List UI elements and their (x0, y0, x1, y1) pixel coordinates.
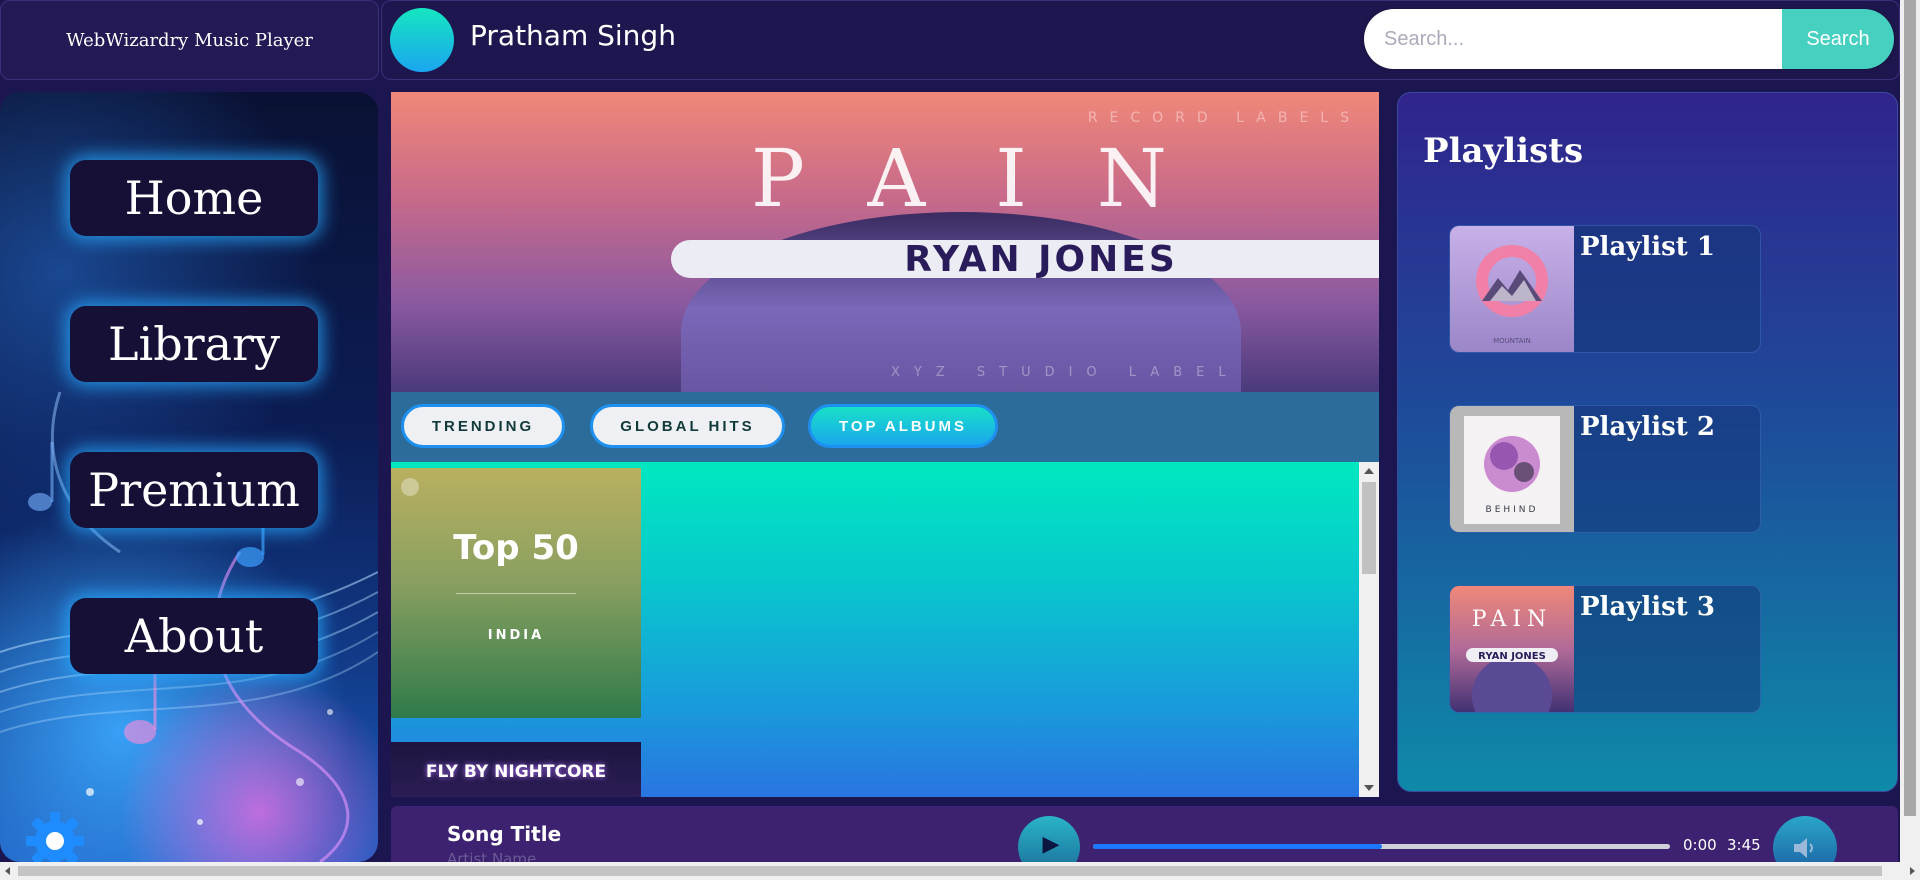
page-vertical-scrollbar[interactable] (1900, 0, 1920, 862)
playlist-cover: PAIN RYAN JONES (1450, 586, 1574, 712)
playlist-cover-title: PAIN (1472, 607, 1553, 632)
sidebar-item-about[interactable]: About (70, 598, 318, 674)
current-time: 0:00 (1683, 836, 1717, 854)
scroll-left-arrow-icon[interactable] (5, 867, 10, 875)
playlist-cover: MOUNTAIN (1450, 226, 1574, 352)
album-card-subtitle: INDIA (487, 628, 545, 643)
playlists-title: Playlists (1423, 131, 1584, 171)
app-title: WebWizardry Music Player (0, 0, 379, 80)
banner-studio-label: XYZ STUDIO LABEL (891, 365, 1240, 380)
speaker-icon (1794, 838, 1813, 858)
playlist-name: Playlist 3 (1580, 592, 1715, 622)
divider (456, 593, 576, 594)
sidebar: Home Library Premium About (0, 92, 378, 862)
playlist-name: Playlist 2 (1580, 412, 1715, 442)
volume-button[interactable] (1773, 816, 1837, 862)
tab-global-hits[interactable]: GLOBAL HITS (590, 404, 785, 448)
playlist-cover-text: BEHIND (1486, 505, 1539, 515)
play-button[interactable]: ▶ (1018, 816, 1080, 862)
page-horizontal-scrollbar[interactable] (0, 862, 1920, 880)
grid-scrollbar[interactable] (1359, 462, 1379, 797)
scroll-up-arrow-icon[interactable] (1364, 468, 1374, 474)
gear-icon[interactable] (24, 810, 86, 862)
playlist-item-3[interactable]: PAIN RYAN JONES Playlist 3 (1449, 585, 1761, 713)
album-card-fly-by-nightcore[interactable]: FLY BY NIGHTCORE (391, 742, 641, 797)
playlist-cover-text: MOUNTAIN (1493, 337, 1531, 345)
banner-art-title: PAIN (751, 132, 1237, 225)
playlist-item-2[interactable]: BEHIND Playlist 2 (1449, 405, 1761, 533)
playlist-cover-artist: RYAN JONES (1478, 651, 1546, 662)
search-input[interactable] (1364, 9, 1782, 69)
tab-trending[interactable]: TRENDING (401, 404, 565, 448)
playlist-item-1[interactable]: MOUNTAIN Playlist 1 (1449, 225, 1761, 353)
progress-fill (1093, 844, 1382, 849)
album-card-title: FLY BY NIGHTCORE (425, 762, 607, 782)
user-name: Pratham Singh (470, 19, 676, 52)
song-title: Song Title (447, 822, 562, 846)
artist-name: Artist Name (447, 850, 537, 862)
search-bar: Search (1364, 9, 1894, 69)
tab-top-albums[interactable]: TOP ALBUMS (808, 404, 998, 448)
album-card-top-50[interactable]: Top 50 INDIA (391, 468, 641, 718)
album-grid: Top 50 INDIA FLY BY NIGHTCORE (391, 462, 1379, 797)
player-bar: Song Title Artist Name ▶ 0:00 3:45 (391, 806, 1898, 862)
page-scroll-thumb[interactable] (1904, 0, 1916, 816)
total-time: 3:45 (1727, 836, 1761, 854)
page-horizontal-thumb[interactable] (18, 866, 1882, 876)
avatar[interactable] (390, 8, 454, 72)
spotify-icon (401, 478, 419, 496)
playlists-panel: Playlists MOUNTAIN Playlist 1 BEHIND Pla… (1397, 92, 1898, 792)
album-card-title: Top 50 (453, 528, 579, 568)
scroll-down-arrow-icon[interactable] (1364, 785, 1374, 791)
sidebar-item-library[interactable]: Library (70, 306, 318, 382)
featured-banner[interactable]: RECORD LABELS PAIN RYAN JONES XYZ STUDIO… (391, 92, 1379, 392)
play-icon: ▶ (1042, 832, 1060, 857)
progress-bar[interactable] (1093, 844, 1670, 849)
banner-record-label: RECORD LABELS (1087, 110, 1361, 126)
scroll-right-arrow-icon[interactable] (1910, 867, 1915, 875)
sidebar-item-premium[interactable]: Premium (70, 452, 318, 528)
search-button[interactable]: Search (1782, 9, 1894, 69)
playlist-name: Playlist 1 (1580, 232, 1715, 262)
banner-artist-name: RYAN JONES (671, 239, 1379, 280)
sidebar-item-home[interactable]: Home (70, 160, 318, 236)
scroll-thumb[interactable] (1362, 482, 1376, 574)
top-bar: Pratham Singh Search (381, 0, 1900, 80)
playlist-cover: BEHIND (1450, 406, 1574, 532)
